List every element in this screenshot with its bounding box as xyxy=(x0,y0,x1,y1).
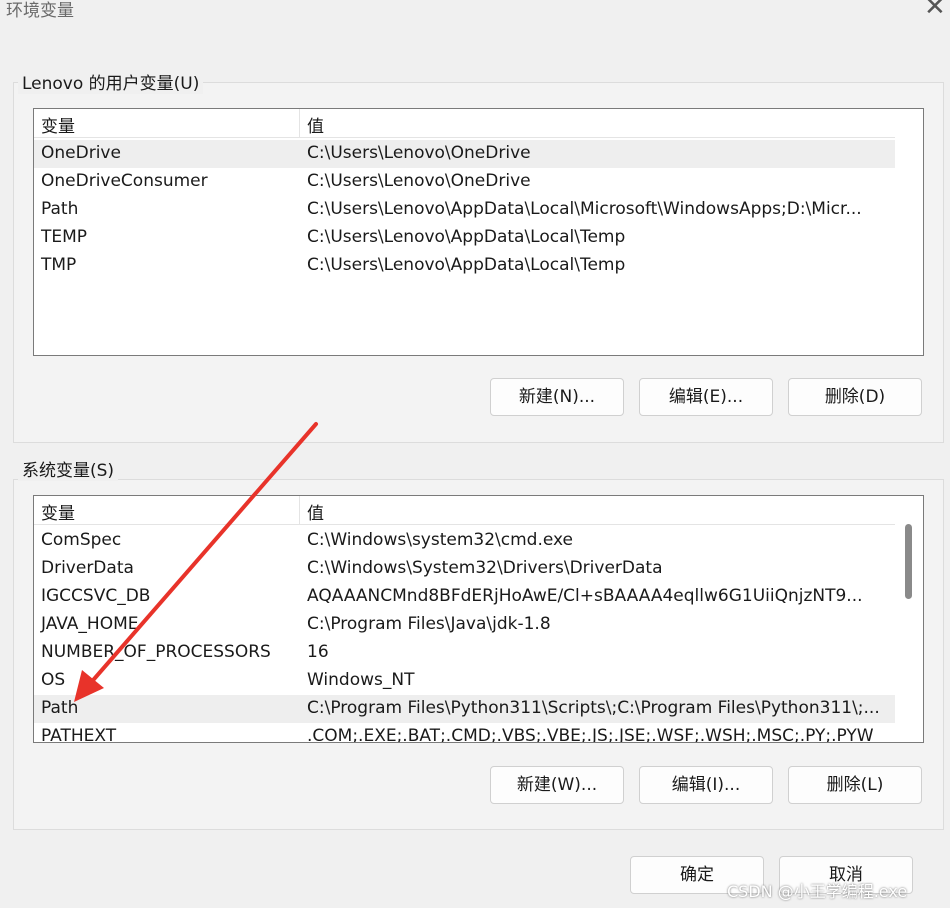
column-divider[interactable] xyxy=(299,109,300,137)
var-value: Windows_NT xyxy=(307,670,415,690)
table-row[interactable]: TMP C:\Users\Lenovo\AppData\Local\Temp xyxy=(34,252,895,280)
var-value: C:\Users\Lenovo\AppData\Local\Temp xyxy=(307,255,626,275)
system-vars-label: 系统变量(S) xyxy=(18,456,119,481)
var-name: IGCCSVC_DB xyxy=(41,586,151,606)
column-header-value[interactable]: 值 xyxy=(307,112,324,137)
user-vars-label: Lenovo 的用户变量(U) xyxy=(18,69,204,94)
user-delete-button[interactable]: 删除(D) xyxy=(788,378,922,416)
table-row-selected[interactable]: Path C:\Program Files\Python311\Scripts\… xyxy=(34,695,895,723)
table-row[interactable]: JAVA_HOME C:\Program Files\Java\jdk-1.8 xyxy=(34,611,895,639)
system-vars-list[interactable]: 变量 值 ComSpec C:\Windows\system32\cmd.exe… xyxy=(33,495,924,743)
vertical-scrollbar[interactable] xyxy=(895,496,923,742)
var-value: C:\Program Files\Java\jdk-1.8 xyxy=(307,614,551,634)
var-name: JAVA_HOME xyxy=(41,614,139,634)
var-name: NUMBER_OF_PROCESSORS xyxy=(41,642,271,662)
var-value: C:\Users\Lenovo\AppData\Local\Microsoft\… xyxy=(307,199,862,219)
table-row[interactable]: OS Windows_NT xyxy=(34,667,895,695)
var-name: TMP xyxy=(41,255,77,275)
table-row[interactable]: OneDriveConsumer C:\Users\Lenovo\OneDriv… xyxy=(34,168,895,196)
var-name: Path xyxy=(41,199,79,219)
user-new-button[interactable]: 新建(N)... xyxy=(490,378,624,416)
var-name: OneDriveConsumer xyxy=(41,171,208,191)
var-name: OneDrive xyxy=(41,143,121,163)
close-icon[interactable]: ✕ xyxy=(924,0,946,22)
var-name: TEMP xyxy=(41,227,88,247)
column-header-value[interactable]: 值 xyxy=(307,499,324,524)
var-value: 16 xyxy=(307,642,329,662)
table-row[interactable]: IGCCSVC_DB AQAAANCMnd8BFdERjHoAwE/Cl+sBA… xyxy=(34,583,895,611)
watermark: CSDN @小王学编程.exe xyxy=(727,882,908,901)
system-new-button[interactable]: 新建(W)... xyxy=(490,766,624,804)
var-value: .COM;.EXE;.BAT;.CMD;.VBS;.VBE;.JS;.JSE;.… xyxy=(307,726,874,743)
user-vars-header: 变量 值 xyxy=(34,109,895,138)
table-row[interactable]: Path C:\Users\Lenovo\AppData\Local\Micro… xyxy=(34,196,895,224)
var-value: C:\Windows\system32\cmd.exe xyxy=(307,530,574,550)
column-header-name[interactable]: 变量 xyxy=(41,499,75,524)
user-vars-list[interactable]: 变量 值 OneDrive C:\Users\Lenovo\OneDrive O… xyxy=(33,108,924,356)
scrollbar-thumb[interactable] xyxy=(905,524,912,599)
var-name: OS xyxy=(41,670,66,690)
table-row[interactable]: PATHEXT .COM;.EXE;.BAT;.CMD;.VBS;.VBE;.J… xyxy=(34,723,895,743)
var-value: C:\Windows\System32\Drivers\DriverData xyxy=(307,558,663,578)
table-row[interactable]: TEMP C:\Users\Lenovo\AppData\Local\Temp xyxy=(34,224,895,252)
table-row[interactable]: DriverData C:\Windows\System32\Drivers\D… xyxy=(34,555,895,583)
table-row[interactable]: NUMBER_OF_PROCESSORS 16 xyxy=(34,639,895,667)
var-value: C:\Program Files\Python311\Scripts\;C:\P… xyxy=(307,698,880,718)
window-title: 环境变量 xyxy=(6,1,74,21)
table-row[interactable]: ComSpec C:\Windows\system32\cmd.exe xyxy=(34,527,895,555)
var-value: C:\Users\Lenovo\AppData\Local\Temp xyxy=(307,227,626,247)
var-name: DriverData xyxy=(41,558,134,578)
system-delete-button[interactable]: 删除(L) xyxy=(788,766,922,804)
table-row[interactable]: OneDrive C:\Users\Lenovo\OneDrive xyxy=(34,140,895,168)
column-divider[interactable] xyxy=(299,496,300,524)
var-name: ComSpec xyxy=(41,530,122,550)
var-value: AQAAANCMnd8BFdERjHoAwE/Cl+sBAAAA4eqllw6G… xyxy=(307,586,863,606)
var-name: Path xyxy=(41,698,79,718)
user-edit-button[interactable]: 编辑(E)... xyxy=(639,378,773,416)
column-header-name[interactable]: 变量 xyxy=(41,112,75,137)
var-value: C:\Users\Lenovo\OneDrive xyxy=(307,171,531,191)
system-vars-header: 变量 值 xyxy=(34,496,895,525)
var-name: PATHEXT xyxy=(41,726,117,743)
var-value: C:\Users\Lenovo\OneDrive xyxy=(307,143,531,163)
system-edit-button[interactable]: 编辑(I)... xyxy=(639,766,773,804)
